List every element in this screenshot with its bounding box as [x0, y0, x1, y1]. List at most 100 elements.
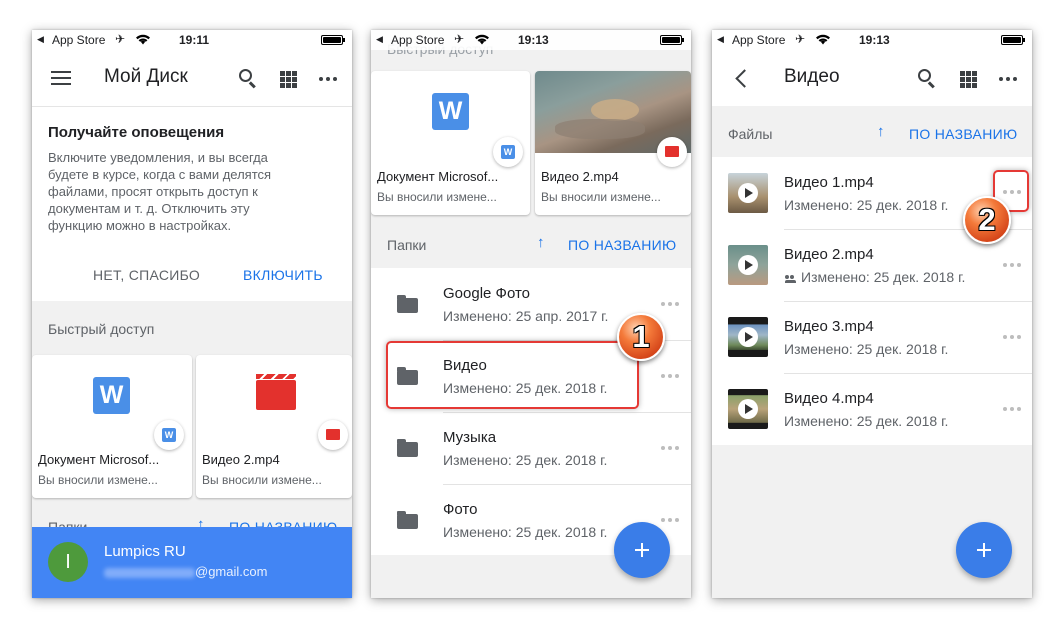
folder-name: Google Фото — [443, 285, 530, 302]
back-triangle-icon[interactable]: ◀ — [376, 34, 383, 45]
more-horizontal-icon[interactable] — [999, 77, 1017, 81]
quick-access-label: Быстрый доступ — [48, 321, 155, 337]
folder-modified: Изменено: 25 дек. 2018 г. — [443, 452, 608, 468]
more-options-icon[interactable] — [1003, 407, 1021, 411]
video-clapper-icon — [256, 374, 296, 410]
quick-access-card-video[interactable]: Видео 2.mp4 Вы вносили измене... — [535, 71, 691, 215]
sort-by-name[interactable]: ПО НАЗВАНИЮ — [909, 126, 1017, 142]
more-options-icon[interactable] — [661, 518, 679, 522]
file-name: Видео 2.mp4 — [784, 246, 874, 263]
back-app-label[interactable]: App Store — [732, 33, 785, 47]
play-icon — [738, 255, 758, 275]
word-badge-icon: W — [493, 137, 523, 167]
more-horizontal-icon[interactable] — [319, 77, 337, 81]
grid-view-icon[interactable] — [960, 71, 977, 88]
card-title: Видео 2.mp4 — [202, 452, 280, 467]
files-label: Файлы — [728, 126, 773, 142]
battery-icon — [660, 35, 684, 45]
notification-card: Получайте оповещения Включите уведомлени… — [32, 106, 352, 301]
list-item-file[interactable]: Видео 4.mp4 Изменено: 25 дек. 2018 г. — [712, 373, 1032, 445]
play-icon — [738, 327, 758, 347]
file-modified: Изменено: 25 дек. 2018 г. — [784, 341, 949, 357]
folder-icon — [397, 511, 418, 529]
app-bar: Видео — [712, 50, 1032, 106]
airplane-icon: ✈ — [115, 32, 126, 46]
file-modified: Изменено: 25 дек. 2018 г. — [784, 413, 949, 429]
play-icon — [738, 183, 758, 203]
add-fab-button[interactable] — [956, 522, 1012, 578]
account-name: Lumpics RU — [104, 543, 186, 560]
file-name: Видео 3.mp4 — [784, 318, 874, 335]
dismiss-button[interactable]: НЕТ, СПАСИБО — [93, 267, 200, 283]
file-modified: Изменено: 25 дек. 2018 г. — [784, 197, 949, 213]
people-icon — [785, 275, 797, 283]
account-email-blurred — [104, 568, 195, 578]
notification-title: Получайте оповещения — [48, 124, 225, 141]
list-item-folder[interactable]: Музыка Изменено: 25 дек. 2018 г. — [371, 412, 691, 484]
word-doc-icon: W — [432, 93, 469, 130]
video-thumbnail — [728, 317, 768, 357]
search-icon[interactable] — [239, 69, 257, 89]
folders-label: Папки — [387, 237, 427, 253]
folder-name: Фото — [443, 501, 478, 518]
back-triangle-icon[interactable]: ◀ — [717, 34, 724, 45]
more-options-icon[interactable] — [661, 302, 679, 306]
notification-text: Включите уведомления, и вы всегда будете… — [48, 150, 272, 233]
quick-access-card-doc[interactable]: W W Документ Microsof... Вы вносили изме… — [371, 71, 530, 215]
callout-number-1: 1 — [617, 313, 665, 361]
page-title: Мой Диск — [104, 66, 188, 87]
wifi-icon — [475, 34, 489, 45]
search-icon[interactable] — [918, 69, 936, 89]
back-app-label[interactable]: App Store — [391, 33, 444, 47]
quick-access-card-doc[interactable]: W W Документ Microsof... Вы вносили изме… — [32, 355, 192, 498]
more-options-icon[interactable] — [661, 374, 679, 378]
wifi-icon — [816, 34, 830, 45]
folder-modified: Изменено: 25 дек. 2018 г. — [443, 524, 608, 540]
status-bar: ◀ App Store ✈ 19:11 — [32, 30, 352, 50]
folder-icon — [397, 295, 418, 313]
folder-modified: Изменено: 25 апр. 2017 г. — [443, 308, 609, 324]
battery-icon — [1001, 35, 1025, 45]
sort-by-name[interactable]: ПО НАЗВАНИЮ — [568, 237, 676, 253]
battery-icon — [321, 35, 345, 45]
hamburger-menu-icon[interactable] — [51, 71, 71, 85]
card-subtitle: Вы вносили измене... — [202, 473, 322, 487]
clock: 19:11 — [179, 33, 210, 47]
video-thumbnail — [728, 173, 768, 213]
callout-highlight-video-folder — [386, 341, 639, 409]
grid-view-icon[interactable] — [280, 71, 297, 88]
card-title: Документ Microsof... — [377, 169, 499, 184]
file-name: Видео 1.mp4 — [784, 174, 874, 191]
airplane-icon: ✈ — [454, 32, 465, 46]
file-modified: Изменено: 25 дек. 2018 г. — [801, 269, 966, 285]
list-item-file[interactable]: Видео 3.mp4 Изменено: 25 дек. 2018 г. — [712, 301, 1032, 373]
sort-arrow-icon[interactable]: ↑ — [537, 234, 545, 251]
page-title: Видео — [784, 66, 840, 87]
enable-notifications-button[interactable]: ВКЛЮЧИТЬ — [243, 267, 323, 283]
video-badge-icon — [318, 420, 348, 450]
phone-screen-my-drive-scrolled: ◀ App Store ✈ 19:13 Быстрый доступ W W Д… — [371, 30, 691, 598]
callout-number-2: 2 — [963, 196, 1011, 244]
more-options-icon[interactable] — [1003, 335, 1021, 339]
more-options-icon[interactable] — [1003, 263, 1021, 267]
account-bar[interactable]: I Lumpics RU @gmail.com — [32, 527, 352, 598]
card-subtitle: Вы вносили измене... — [541, 190, 661, 204]
sort-arrow-icon[interactable]: ↑ — [877, 123, 885, 140]
clock: 19:13 — [518, 33, 549, 47]
account-email: @gmail.com — [195, 564, 268, 579]
word-doc-icon: W — [93, 377, 130, 414]
more-options-icon[interactable] — [661, 446, 679, 450]
card-title: Видео 2.mp4 — [541, 169, 619, 184]
chevron-left-icon[interactable] — [735, 69, 754, 88]
phone-screen-video-folder: ◀ App Store ✈ 19:13 Видео Файлы ↑ ПО НАЗ… — [712, 30, 1032, 598]
clock: 19:13 — [859, 33, 890, 47]
airplane-icon: ✈ — [795, 32, 806, 46]
video-thumbnail — [728, 389, 768, 429]
add-fab-button[interactable] — [614, 522, 670, 578]
back-triangle-icon[interactable]: ◀ — [37, 34, 44, 45]
back-app-label[interactable]: App Store — [52, 33, 105, 47]
quick-access-card-video[interactable]: Видео 2.mp4 Вы вносили измене... — [196, 355, 352, 498]
status-bar: ◀ App Store ✈ 19:13 — [371, 30, 691, 50]
video-thumbnail — [728, 245, 768, 285]
status-bar: ◀ App Store ✈ 19:13 — [712, 30, 1032, 50]
